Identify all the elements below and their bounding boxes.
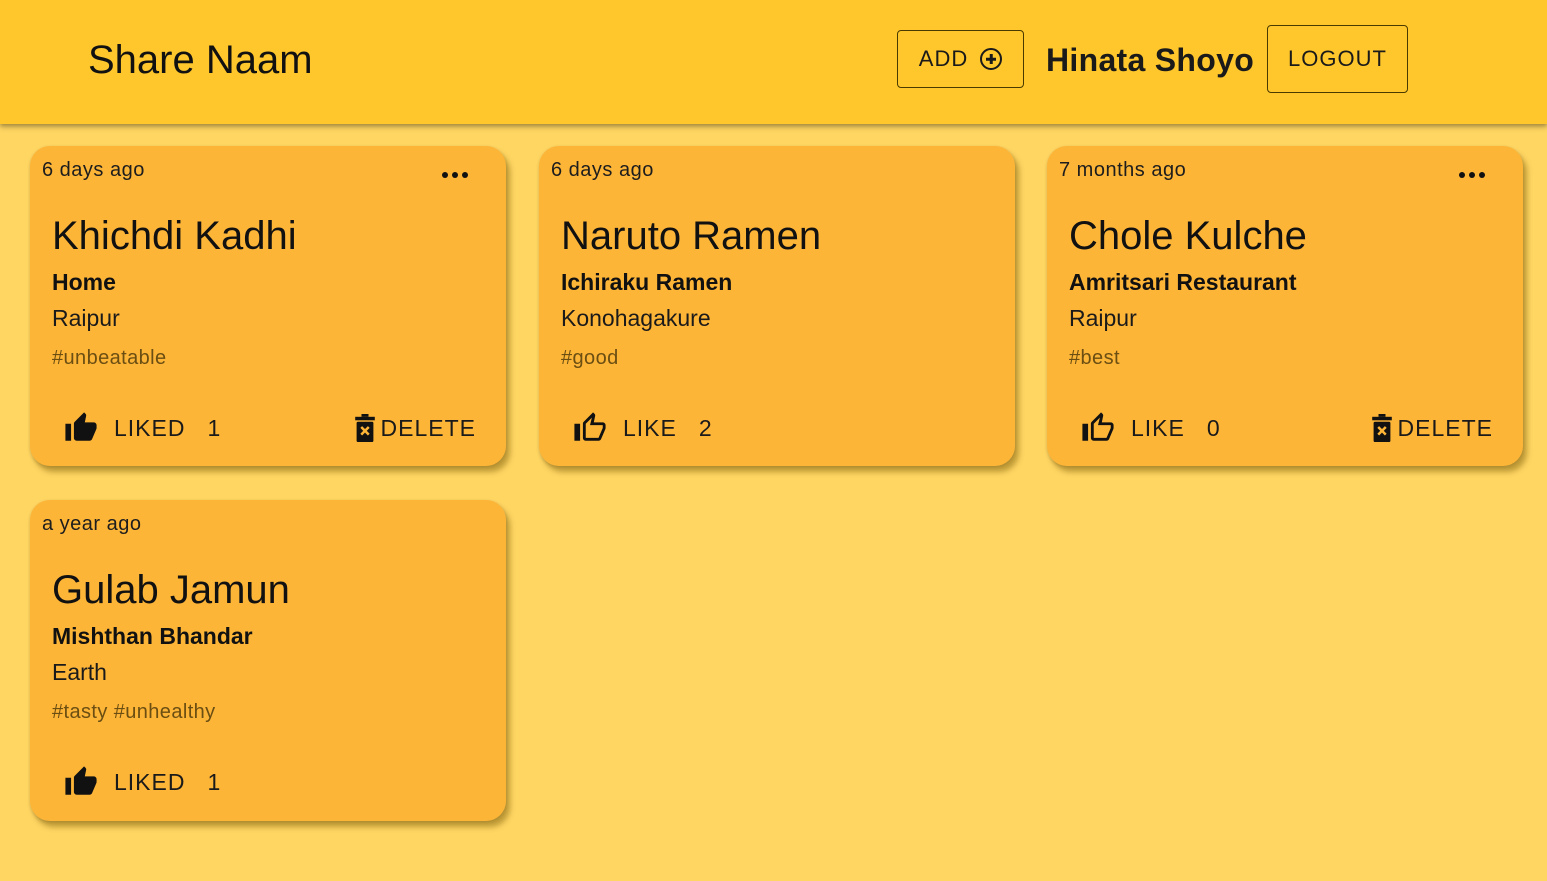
add-circle-icon [980,48,1003,70]
post-city: Raipur [52,305,120,331]
post-title: Gulab Jamun [52,568,290,612]
add-button[interactable]: ADD [897,30,1024,88]
delete-label: DELETE [1397,414,1493,441]
more-options-icon[interactable] [438,168,472,182]
username: Hinata Shoyo [1046,42,1255,78]
delete-icon [1371,414,1392,442]
post-city: Raipur [1069,305,1137,331]
app-title: Share Naam [88,38,313,82]
like-button[interactable]: LIKED 1 [64,408,221,448]
post-tags: #tasty #unhealthy [52,701,216,723]
post-time: 7 months ago [1059,159,1187,181]
post-city: Konohagakure [561,305,711,331]
like-label: LIKED [114,768,186,795]
post-title: Chole Kulche [1069,214,1307,258]
post-time: 6 days ago [551,159,654,181]
post-card: 7 months ago Chole Kulche Amritsari Rest… [1047,146,1523,466]
post-title: Naruto Ramen [561,214,822,258]
like-label: LIKE [623,414,677,441]
app-bar: Share Naam ADD Hinata Shoyo LOGOUT [0,0,1547,124]
like-count: 1 [207,414,222,441]
post-tags: #good [561,347,619,369]
post-city: Earth [52,659,107,685]
logout-button[interactable]: LOGOUT [1267,25,1408,93]
like-button[interactable]: LIKE 0 [1081,408,1221,448]
thumb-up-filled-icon [65,766,97,795]
more-options-icon[interactable] [1455,168,1489,182]
like-label: LIKED [114,414,186,441]
like-button[interactable]: LIKED 1 [64,762,221,802]
like-count: 0 [1206,414,1221,441]
delete-button[interactable]: DELETE [1371,408,1493,448]
delete-icon [354,414,375,442]
like-count: 2 [698,414,713,441]
like-count: 1 [207,768,222,795]
post-time: 6 days ago [42,159,145,181]
like-label: LIKE [1131,414,1185,441]
post-title: Khichdi Kadhi [52,214,297,258]
delete-label: DELETE [380,414,476,441]
like-button[interactable]: LIKE 2 [573,408,713,448]
thumb-up-filled-icon [65,412,97,441]
post-card: 6 days ago Naruto Ramen Ichiraku Ramen K… [539,146,1015,466]
delete-button[interactable]: DELETE [354,408,476,448]
post-place: Amritsari Restaurant [1069,269,1297,295]
thumb-up-outline-icon [574,412,606,441]
thumb-up-outline-icon [1082,412,1114,441]
post-place: Home [52,269,116,295]
post-card: 6 days ago Khichdi Kadhi Home Raipur #un… [30,146,506,466]
post-tags: #best [1069,347,1120,369]
post-place: Ichiraku Ramen [561,269,733,295]
post-tags: #unbeatable [52,347,167,369]
post-card: a year ago Gulab Jamun Mishthan Bhandar … [30,500,506,821]
post-place: Mishthan Bhandar [52,623,253,649]
post-time: a year ago [42,513,142,535]
add-button-label: ADD [918,46,969,71]
